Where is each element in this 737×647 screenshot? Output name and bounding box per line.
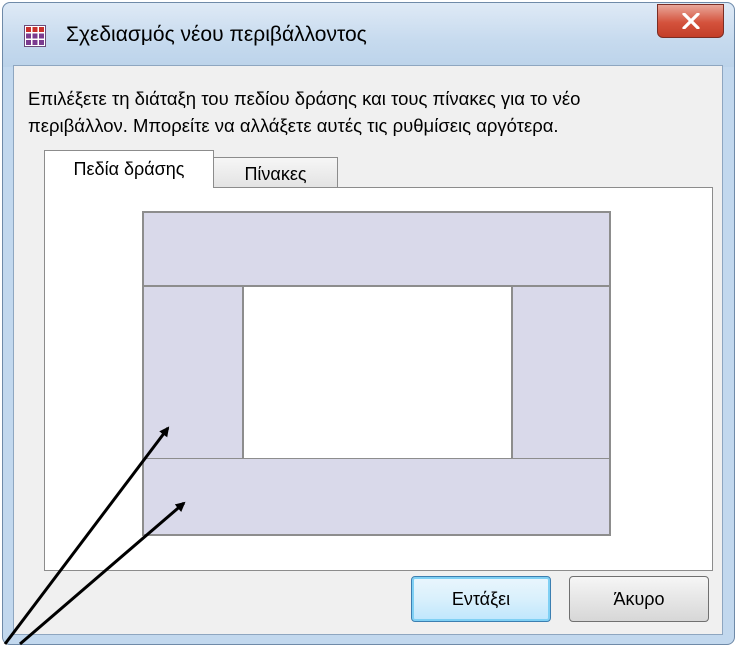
pane-center-stage	[242, 285, 513, 460]
close-button[interactable]	[657, 4, 724, 38]
tab-tables[interactable]: Πίνακες	[213, 157, 338, 191]
pane-bottom[interactable]	[142, 458, 611, 536]
pane-top[interactable]	[142, 211, 611, 287]
grid-icon	[24, 25, 46, 47]
title-bar[interactable]: Σχεδιασμός νέου περιβάλλοντος	[3, 3, 734, 67]
instructions-text: Επιλέξετε τη διάταξη του πεδίου δράσης κ…	[28, 85, 708, 139]
tab-stage-panes[interactable]: Πεδία δράσης	[44, 150, 214, 188]
instruction-line-1: Επιλέξετε τη διάταξη του πεδίου δράσης κ…	[28, 88, 581, 109]
window-title: Σχεδιασμός νέου περιβάλλοντος	[66, 23, 367, 46]
dialog-body: Επιλέξετε τη διάταξη του πεδίου δράσης κ…	[13, 65, 723, 635]
cancel-button[interactable]: Άκυρο	[569, 576, 709, 622]
close-icon	[681, 13, 700, 29]
pane-left[interactable]	[142, 285, 244, 460]
ok-button[interactable]: Εντάξει	[411, 576, 551, 622]
pane-right[interactable]	[511, 285, 611, 460]
dialog-window: Σχεδιασμός νέου περιβάλλοντος Επιλέξετε …	[2, 2, 735, 645]
tab-panel-stage-panes	[44, 187, 713, 571]
instruction-line-2: περιβάλλον. Μπορείτε να αλλάξετε αυτές τ…	[28, 115, 559, 136]
